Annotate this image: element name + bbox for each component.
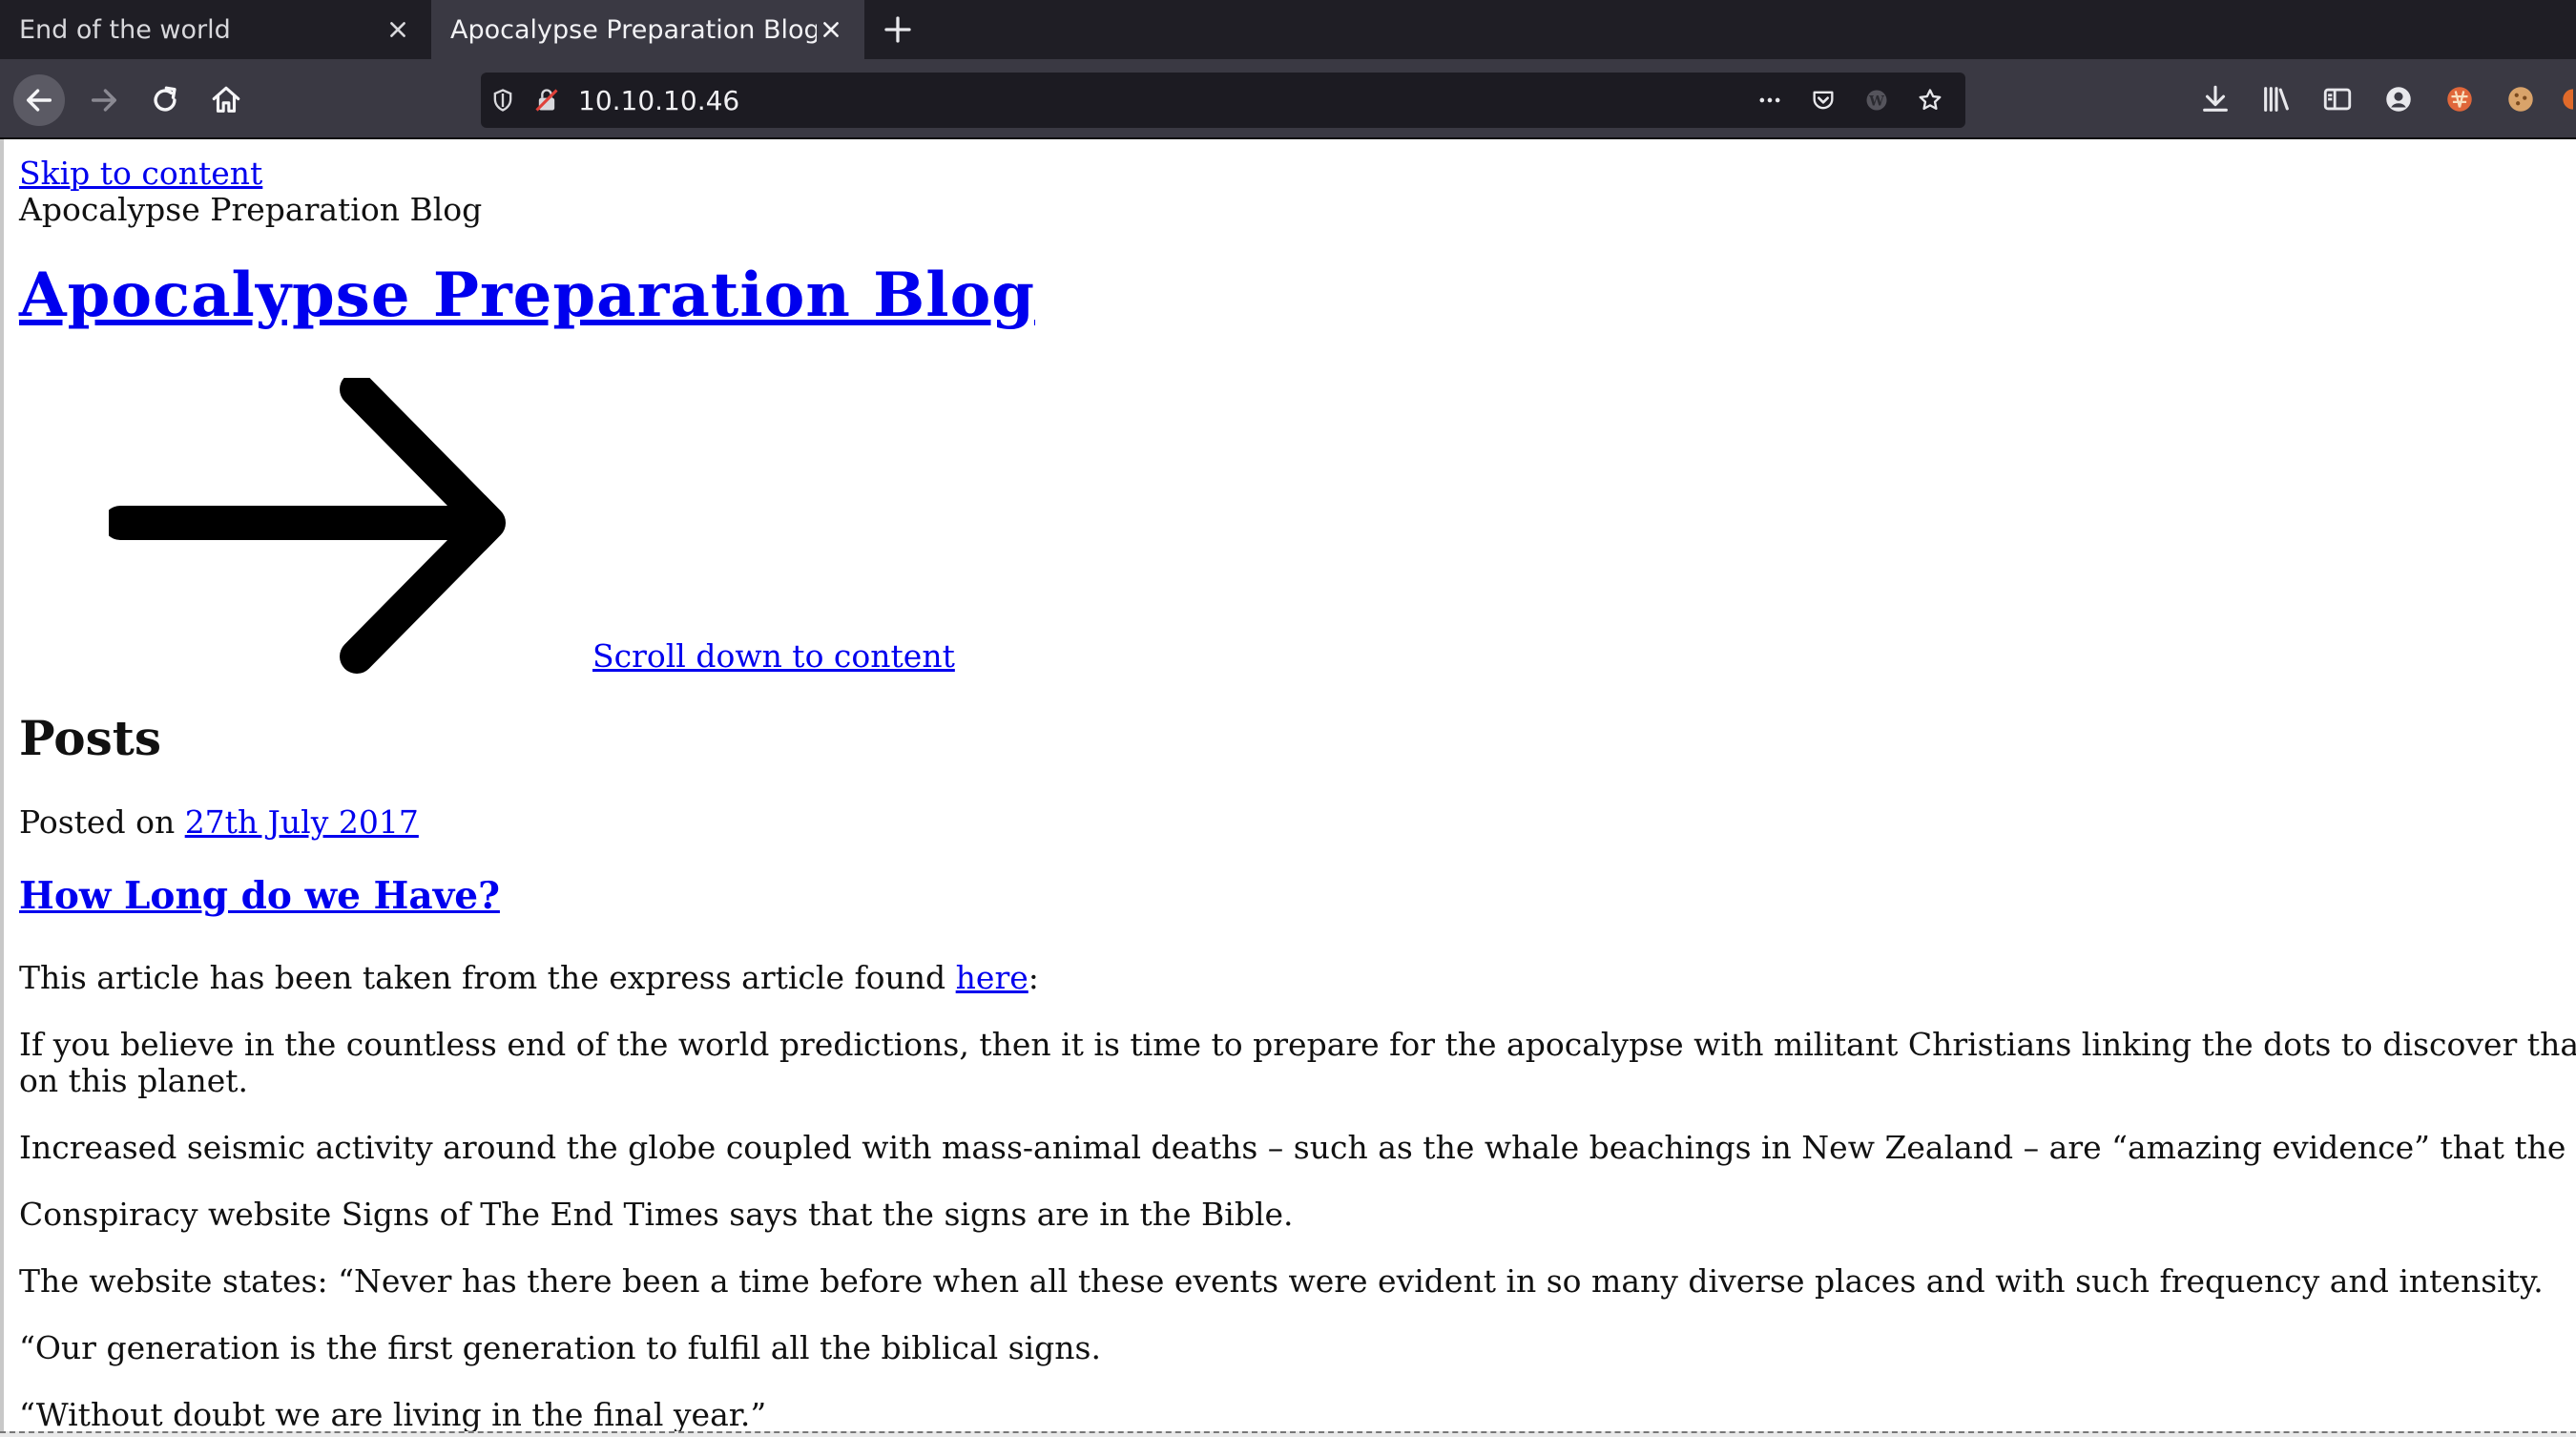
sidebar-icon[interactable] (2307, 59, 2368, 139)
reload-icon (154, 86, 177, 112)
site-title-link[interactable]: Apocalypse Preparation Blog (19, 260, 1035, 331)
url-actions: W (1748, 73, 1952, 128)
post-paragraph: This article has been taken from the exp… (19, 960, 1039, 996)
more-actions-icon[interactable] (1748, 73, 1792, 128)
window-bottom-edge (0, 1431, 2576, 1437)
arrow-right-icon (109, 378, 506, 674)
posted-on-label: Posted on (19, 803, 185, 841)
reload-button[interactable] (139, 74, 191, 126)
close-icon[interactable] (384, 15, 412, 44)
account-icon[interactable] (2368, 59, 2429, 139)
scroll-down-link[interactable]: Scroll down to content (592, 637, 955, 675)
extension-overflow-icon[interactable] (2551, 59, 2576, 139)
new-tab-button[interactable] (864, 0, 931, 59)
url-bar[interactable]: 10.10.10.46 W (481, 73, 1965, 128)
bookmark-star-icon[interactable] (1908, 73, 1952, 128)
svg-text:W: W (1868, 94, 1884, 109)
web-page: Skip to content Apocalypse Preparation B… (4, 139, 2576, 1431)
wordpress-icon[interactable]: W (1855, 73, 1899, 128)
navigation-toolbar: 10.10.10.46 W (0, 59, 2576, 139)
extension-cookie-icon[interactable] (2490, 59, 2551, 139)
tab-apocalypse-blog[interactable]: Apocalypse Preparation Blog (431, 0, 864, 59)
post-paragraph: If you believe in the countless end of t… (19, 1026, 2576, 1063)
home-button[interactable] (200, 74, 252, 126)
arrow-right-icon (91, 89, 117, 112)
tab-title: End of the world (19, 14, 231, 45)
paragraph-suffix: : (1028, 959, 1039, 996)
tab-bar: End of the world Apocalypse Preparation … (0, 0, 2576, 59)
post-title-link[interactable]: How Long do we Have? (19, 874, 500, 918)
extension-basket-icon[interactable] (2429, 59, 2490, 139)
post-paragraph: Conspiracy website Signs of The End Time… (19, 1196, 1294, 1233)
post-paragraph: “Our generation is the first generation … (19, 1329, 1101, 1366)
downloads-icon[interactable] (2185, 59, 2246, 139)
post-date-link[interactable]: 27th July 2017 (185, 803, 419, 841)
source-link[interactable]: here (956, 959, 1028, 996)
pocket-icon[interactable] (1801, 73, 1845, 128)
insecure-lock-icon[interactable] (525, 73, 569, 128)
skip-to-content-link[interactable]: Skip to content (19, 155, 262, 192)
forward-button[interactable] (78, 74, 130, 126)
paragraph-text: This article has been taken from the exp… (19, 959, 956, 996)
back-button[interactable] (13, 74, 65, 126)
close-icon[interactable] (817, 15, 845, 44)
post-paragraph: The website states: “Never has there bee… (19, 1262, 2544, 1300)
url-text[interactable]: 10.10.10.46 (578, 85, 1748, 116)
tab-end-of-the-world[interactable]: End of the world (0, 0, 431, 59)
posts-heading: Posts (19, 710, 161, 766)
arrow-left-icon (26, 89, 52, 112)
post-paragraph: Increased seismic activity around the gl… (19, 1129, 2576, 1166)
post-title: How Long do we Have? (19, 874, 500, 918)
plus-icon (884, 16, 911, 43)
tab-title: Apocalypse Preparation Blog (450, 14, 817, 45)
post-paragraph-continuation: on this planet. (19, 1062, 248, 1099)
site-name: Apocalypse Preparation Blog (19, 191, 483, 228)
shield-icon[interactable] (481, 73, 525, 128)
post-paragraph: “Without doubt we are living in the fina… (19, 1396, 767, 1432)
home-icon (212, 86, 240, 113)
post-meta: Posted on 27th July 2017 (19, 803, 419, 841)
site-title: Apocalypse Preparation Blog (19, 260, 1035, 331)
library-icon[interactable] (2246, 59, 2307, 139)
toolbar-right (2185, 59, 2576, 139)
